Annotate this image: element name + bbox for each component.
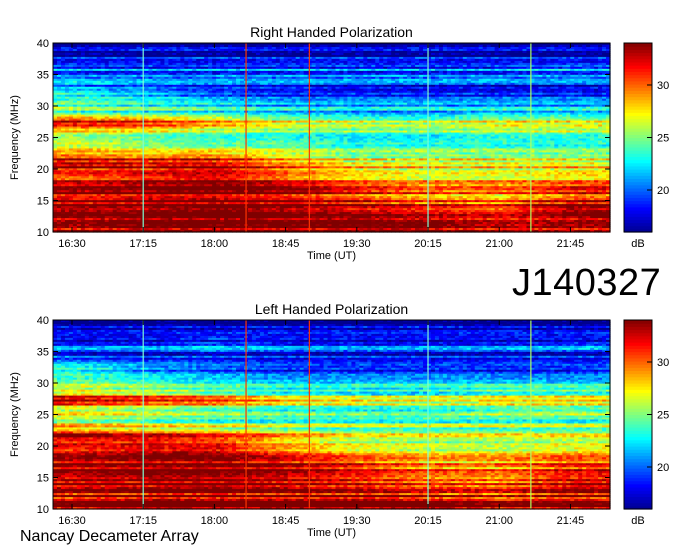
panel-right-handed: Right Handed Polarization16:30 17:15 18:00… — [9, 24, 669, 262]
heatmap-cells — [53, 43, 611, 233]
